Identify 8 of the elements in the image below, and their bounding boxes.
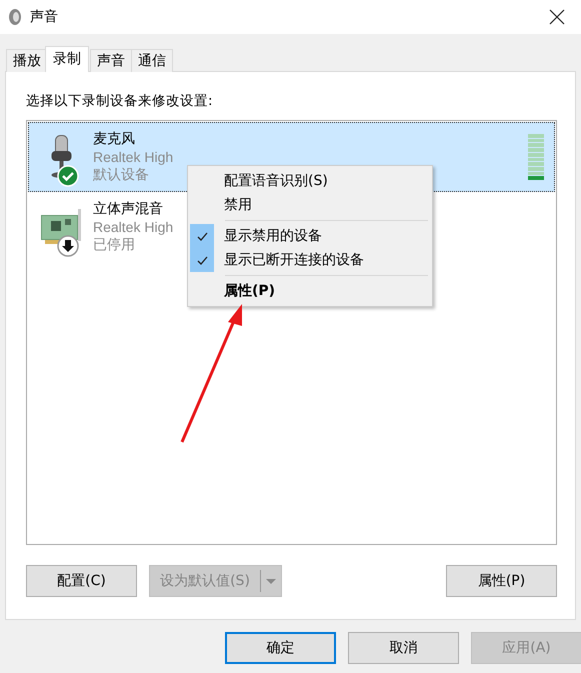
instruction-text: 选择以下录制设备来修改设置:: [26, 92, 214, 110]
device-status: 已停用: [93, 236, 135, 254]
device-name: 立体声混音: [93, 200, 163, 218]
device-status: 默认设备: [93, 166, 149, 184]
device-name: 麦克风: [93, 130, 135, 148]
window-title: 声音: [30, 8, 58, 26]
device-driver: Realtek High: [93, 219, 174, 235]
device-driver: Realtek High: [93, 149, 174, 165]
